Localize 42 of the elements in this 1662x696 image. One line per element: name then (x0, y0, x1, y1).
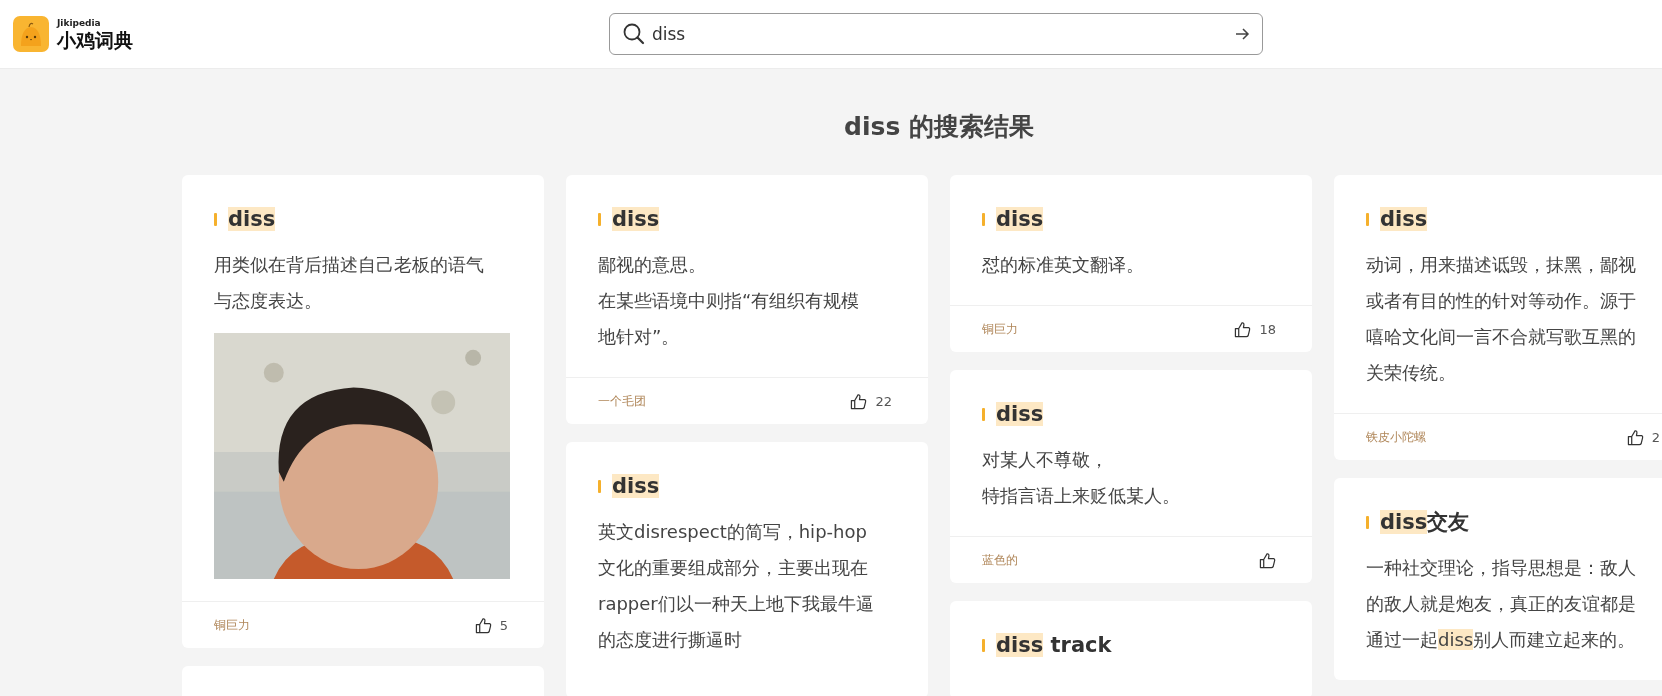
like-count: 2 (1651, 429, 1660, 445)
like-count: 5 (499, 617, 508, 633)
results-heading: diss 的搜索结果 (843, 111, 1035, 143)
title-marker (1366, 212, 1369, 226)
entry-title-link[interactable]: diss (612, 205, 660, 233)
title-marker (982, 212, 985, 226)
logo-subtitle: Jikipedia (57, 18, 102, 28)
thumbs-up-icon[interactable] (474, 616, 492, 634)
entry-description: 怼的标准英文翻译。 (982, 253, 1145, 277)
entry-description: 特指言语上来贬低某人。 (982, 484, 1181, 508)
title-marker (1366, 515, 1369, 529)
title-marker (598, 479, 601, 493)
entry-title-link[interactable]: diss交友 (1380, 508, 1470, 536)
thumbs-up-icon[interactable] (1234, 320, 1252, 338)
author-link[interactable]: 一个毛团 (598, 392, 646, 410)
entry-title-link[interactable]: diss (996, 400, 1044, 428)
search-field[interactable]: diss (609, 13, 1263, 55)
thumbs-up-icon[interactable] (850, 392, 868, 410)
title-marker (982, 638, 985, 652)
arrow-right-icon[interactable] (1234, 26, 1250, 42)
entry-title-link[interactable]: diss (228, 205, 276, 233)
entry-description: 对某人不尊敬， (982, 448, 1109, 472)
like-count: 18 (1259, 321, 1276, 337)
entry-description: 鄙视的意思。 (598, 253, 707, 277)
entry-description: 在某些语境中则指“有组织有规模地针对”。 (598, 289, 861, 349)
entry-description: 动词，用来描述诋毁，抹黑，鄙视或者有目的性的针对等动作。源于嘻哈文化间一言不合就写歌互黑的关荣传统。 (1366, 253, 1637, 385)
thumbs-up-icon[interactable] (1626, 428, 1644, 446)
search-query: diss (652, 24, 687, 44)
entry-description: 用类似在背后描述自己老板的语气与态度表达。 (214, 253, 485, 313)
title-marker (982, 407, 985, 421)
entry-title-link[interactable]: diss (612, 472, 660, 500)
entry-title-link[interactable]: diss track (996, 631, 1112, 659)
logo-title: 小鸡词典 (57, 30, 133, 50)
entry-title-link[interactable]: diss (1380, 205, 1428, 233)
title-marker (598, 212, 601, 226)
title-marker (214, 212, 217, 226)
search-icon (622, 22, 646, 46)
entry-title-link[interactable]: diss (996, 205, 1044, 233)
like-count: 22 (875, 393, 892, 409)
thumbs-up-icon[interactable] (1259, 551, 1276, 569)
entry-description: 一种社交理论，指导思想是：敌人的敌人就是炮友，真正的友谊都是通过一起diss别人而建立起来的。 (1366, 556, 1637, 652)
entry-description: 英文disrespect的简写，hip-hop文化的重要组成部分，主要出现在rapper们以一种天上地下我最牛逼的态度进行撕逼时 (598, 520, 874, 652)
